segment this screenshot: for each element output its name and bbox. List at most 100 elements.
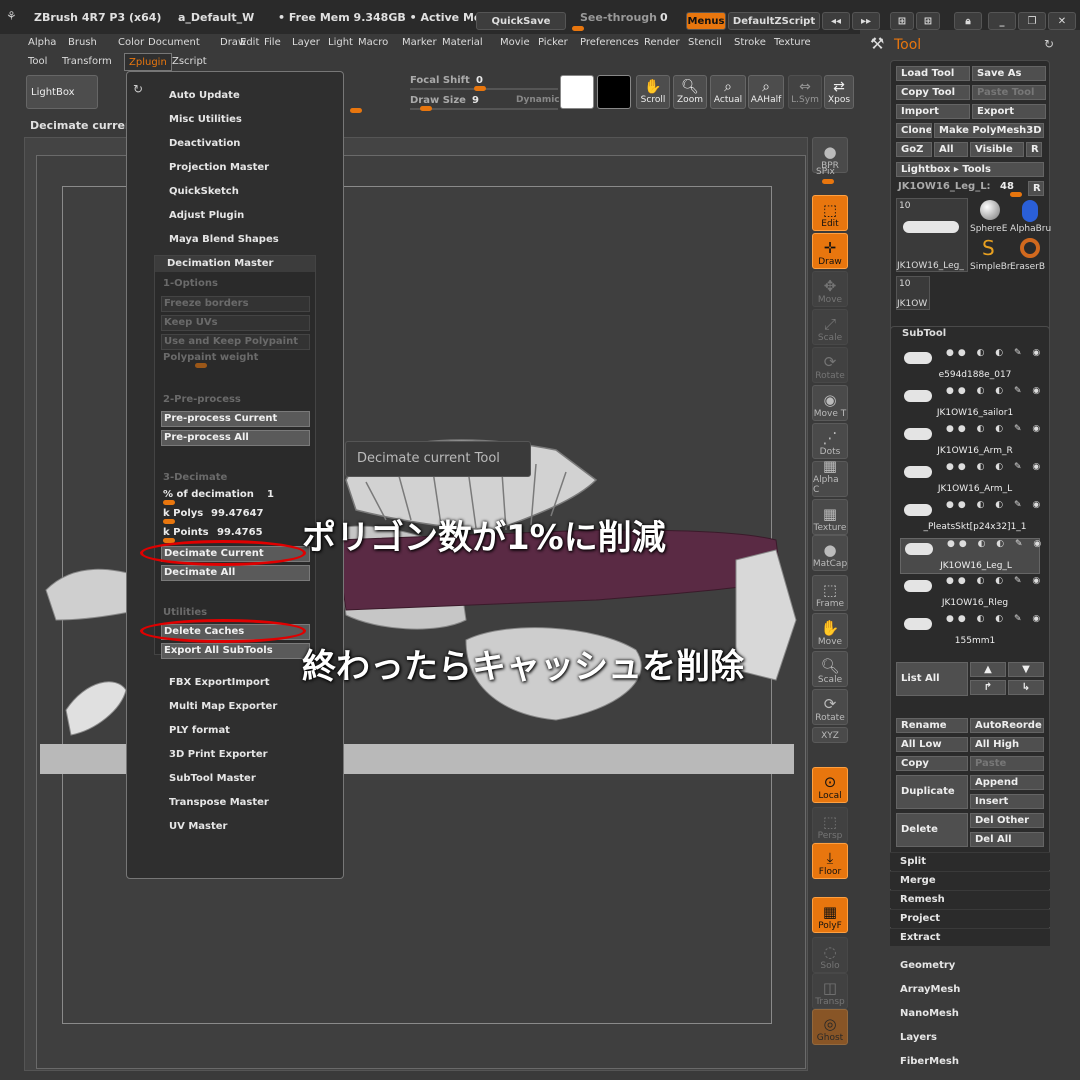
preprocess-all-button[interactable]: Pre-process All: [161, 430, 310, 446]
menu-file[interactable]: File: [260, 34, 285, 52]
subtool-row[interactable]: ●● ◐ ◐ ✎ ◉ JK1OW16_Leg_L: [900, 538, 1041, 574]
kpolys-label[interactable]: k Polys: [163, 508, 203, 519]
tool-btn-import[interactable]: Import: [896, 104, 970, 119]
subtool-visibility-icons[interactable]: ●● ◐ ◐ ✎ ◉: [947, 539, 1045, 549]
kpolys-knob[interactable]: [163, 519, 175, 524]
rt-button-ghost[interactable]: ◎ Ghost: [812, 1009, 848, 1045]
zoom-button[interactable]: 🔍︎ Zoom: [673, 75, 707, 109]
menu-alpha[interactable]: Alpha: [24, 34, 60, 52]
panel-reset-icon[interactable]: ↻: [1044, 37, 1054, 51]
subtool-visibility-icons[interactable]: ●● ◐ ◐ ✎ ◉: [946, 386, 1044, 396]
zplugin-item-bottom-2[interactable]: PLY format: [169, 725, 230, 736]
move-bottom-icon[interactable]: ↱: [970, 680, 1006, 695]
move-up-arrow-icon[interactable]: ▲: [970, 662, 1006, 677]
menu-render[interactable]: Render: [640, 34, 684, 52]
tool-btn-goz[interactable]: GoZ: [896, 142, 932, 157]
zplugin-item-1[interactable]: Misc Utilities: [169, 114, 242, 125]
subtool-row[interactable]: ●● ◐ ◐ ✎ ◉ JK1OW16_Arm_L: [900, 462, 1040, 498]
actual-button[interactable]: ⌕ Actual: [710, 75, 746, 109]
z-intensity-knob[interactable]: [350, 108, 362, 113]
menu-brush[interactable]: Brush: [64, 34, 101, 52]
rename-button[interactable]: Rename: [896, 718, 968, 733]
scroll-button[interactable]: ✋ Scroll: [636, 75, 670, 109]
subsection-remesh[interactable]: Remesh: [890, 890, 1050, 908]
all-high-button[interactable]: All High: [970, 737, 1044, 752]
insert-button[interactable]: Insert: [970, 794, 1044, 809]
tool-btn-lightbox-tools[interactable]: Lightbox ▸ Tools: [896, 162, 1044, 177]
current-tool-r-button[interactable]: R: [1028, 181, 1044, 196]
subtool-row[interactable]: ●● ◐ ◐ ✎ ◉ JK1OW16_Rleg: [900, 576, 1040, 612]
tool-btn-export[interactable]: Export: [972, 104, 1046, 119]
move-top-icon[interactable]: ↳: [1008, 680, 1044, 695]
polypaint-weight-knob[interactable]: [195, 363, 207, 368]
subtool-row[interactable]: ●● ◐ ◐ ✎ ◉ 155mm1: [900, 614, 1040, 650]
decimation-master-title[interactable]: Decimation Master: [155, 256, 315, 272]
subtool-row[interactable]: ●● ◐ ◐ ✎ ◉ _PleatsSkt[p24x32]1_1: [900, 500, 1040, 536]
del-other-button[interactable]: Del Other: [970, 813, 1044, 828]
zplugin-item-bottom-5[interactable]: Transpose Master: [169, 797, 269, 808]
current-tool-name[interactable]: JK1OW16_Leg_L:: [898, 181, 991, 192]
subtool-row[interactable]: ●● ◐ ◐ ✎ ◉ e594d188e_017: [900, 348, 1040, 384]
move-down-arrow-icon[interactable]: ▼: [1008, 662, 1044, 677]
subtool-visibility-icons[interactable]: ●● ◐ ◐ ✎ ◉: [946, 614, 1044, 624]
menu-preferences[interactable]: Preferences: [576, 34, 643, 52]
menu-macro[interactable]: Macro: [354, 34, 392, 52]
tool-btn-load-tool[interactable]: Load Tool: [896, 66, 970, 81]
polypaint-weight-label[interactable]: Polypaint weight: [163, 352, 258, 363]
rt-button-edit[interactable]: ⬚ Edit: [812, 195, 848, 231]
utilities-header[interactable]: Utilities: [163, 607, 207, 618]
rt-button-matcap[interactable]: ● MatCap: [812, 535, 848, 571]
kpoints-label[interactable]: k Points: [163, 527, 209, 538]
tool-thumb-sphere[interactable]: SphereE: [970, 198, 1008, 236]
main-color-swatch[interactable]: [560, 75, 594, 109]
rt-button-solo[interactable]: ◌ Solo: [812, 937, 848, 973]
zplugin-item-4[interactable]: QuickSketch: [169, 186, 239, 197]
decimate-header[interactable]: 3-Decimate: [163, 472, 227, 483]
rt-button-xyz[interactable]: XYZ: [812, 727, 848, 743]
paste-button[interactable]: Paste: [970, 756, 1044, 771]
menu-layer[interactable]: Layer: [288, 34, 324, 52]
subsection-project[interactable]: Project: [890, 909, 1050, 927]
freeze-borders-toggle[interactable]: Freeze borders: [161, 296, 310, 312]
tool-btn-make-polymesh3d[interactable]: Make PolyMesh3D: [934, 123, 1044, 138]
rt-button-move[interactable]: ✋ Move: [812, 613, 848, 649]
zplugin-item-bottom-1[interactable]: Multi Map Exporter: [169, 701, 277, 712]
layout-icon-2[interactable]: ⊞: [916, 12, 940, 30]
zplugin-item-3[interactable]: Projection Master: [169, 162, 269, 173]
rt-button-move-t[interactable]: ◉ Move T: [812, 385, 848, 421]
subsection-split[interactable]: Split: [890, 852, 1050, 870]
section-nanomesh[interactable]: NanoMesh: [900, 1008, 959, 1019]
menu-color[interactable]: Color: [114, 34, 148, 52]
duplicate-button[interactable]: Duplicate: [896, 775, 968, 809]
del-all-button[interactable]: Del All: [970, 832, 1044, 847]
preprocess-header[interactable]: 2-Pre-process: [163, 394, 241, 405]
zplugin-item-bottom-0[interactable]: FBX ExportImport: [169, 677, 270, 688]
rt-button-transp[interactable]: ◫ Transp: [812, 973, 848, 1009]
draw-size-knob[interactable]: [420, 106, 432, 111]
menu-stencil[interactable]: Stencil: [684, 34, 726, 52]
menu-light[interactable]: Light: [324, 34, 357, 52]
prev-arrows-icon[interactable]: ◂◂: [822, 12, 850, 30]
copy-button[interactable]: Copy: [896, 756, 968, 771]
list-all-button[interactable]: List All: [896, 662, 968, 696]
rt-button-move[interactable]: ✥ Move: [812, 271, 848, 307]
quicksave-button[interactable]: QuickSave: [476, 12, 566, 30]
spix-knob[interactable]: [822, 179, 834, 184]
tool-btn-r[interactable]: R: [1026, 142, 1042, 157]
keep-uvs-toggle[interactable]: Keep UVs: [161, 315, 310, 331]
restore-icon[interactable]: ❐: [1018, 12, 1046, 30]
subtool-visibility-icons[interactable]: ●● ◐ ◐ ✎ ◉: [946, 576, 1044, 586]
menus-toggle[interactable]: Menus: [686, 12, 726, 30]
tool-thumb-simplebrush[interactable]: S SimpleBr: [970, 236, 1011, 274]
rt-button-rotate[interactable]: ⟳ Rotate: [812, 689, 848, 725]
rt-button-persp[interactable]: ⬚ Persp: [812, 807, 848, 843]
tool-btn-all[interactable]: All: [934, 142, 968, 157]
decimate-all-button[interactable]: Decimate All: [161, 565, 310, 581]
tool-btn-save-as[interactable]: Save As: [972, 66, 1046, 81]
layout-icon-1[interactable]: ⊞: [890, 12, 914, 30]
menu-texture[interactable]: Texture: [770, 34, 815, 52]
section-geometry[interactable]: Geometry: [900, 960, 955, 971]
section-arraymesh[interactable]: ArrayMesh: [900, 984, 960, 995]
subtool-visibility-icons[interactable]: ●● ◐ ◐ ✎ ◉: [946, 348, 1044, 358]
rt-button-dots[interactable]: ⋰ Dots: [812, 423, 848, 459]
